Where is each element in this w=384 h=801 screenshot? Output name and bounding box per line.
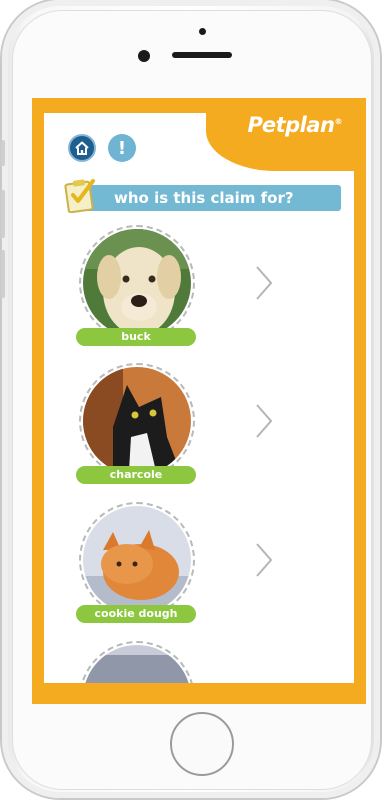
cat-photo [83, 506, 191, 614]
pet-item-buck[interactable]: buck [44, 225, 354, 355]
pet-name-label: charcole [76, 466, 196, 484]
claim-banner: who is this claim for? [64, 179, 341, 213]
volume-down-button [1, 250, 5, 298]
chevron-right-icon[interactable] [254, 265, 274, 301]
pet-photo [83, 645, 191, 683]
pet-item-cookie-dough[interactable]: cookie dough [44, 502, 354, 632]
info-button[interactable]: ! [108, 134, 136, 162]
front-camera [138, 50, 150, 62]
chevron-right-icon[interactable] [254, 542, 274, 578]
info-icon: ! [117, 137, 127, 159]
volume-up-button [1, 190, 5, 238]
content-panel: Petplan® ! who is this claim for? buck c… [44, 113, 354, 683]
pet-avatar-charcole [79, 363, 195, 479]
home-button[interactable] [68, 134, 96, 162]
pet-item-charcole[interactable]: charcole [44, 363, 354, 493]
petplan-logo: Petplan® [247, 113, 343, 137]
chevron-right-icon[interactable] [254, 403, 274, 439]
cat-photo [83, 367, 191, 475]
clipboard-check-icon [64, 179, 95, 213]
dog-photo [83, 229, 191, 337]
pet-item-partial[interactable] [44, 641, 354, 683]
app-screen: Petplan® ! who is this claim for? buck c… [32, 98, 366, 704]
earpiece-speaker [172, 52, 232, 58]
phone-home-button[interactable] [170, 712, 234, 776]
banner-title: who is this claim for? [114, 189, 294, 207]
mute-switch [1, 140, 5, 166]
phone-frame: Petplan® ! who is this claim for? buck c… [1, 0, 380, 798]
home-icon [75, 141, 89, 155]
proximity-sensor [199, 28, 206, 35]
pet-name-label: buck [76, 328, 196, 346]
pet-avatar-buck [79, 225, 195, 341]
pet-avatar-partial [79, 641, 195, 683]
pet-avatar-cookie-dough [79, 502, 195, 618]
pet-name-label: cookie dough [76, 605, 196, 623]
